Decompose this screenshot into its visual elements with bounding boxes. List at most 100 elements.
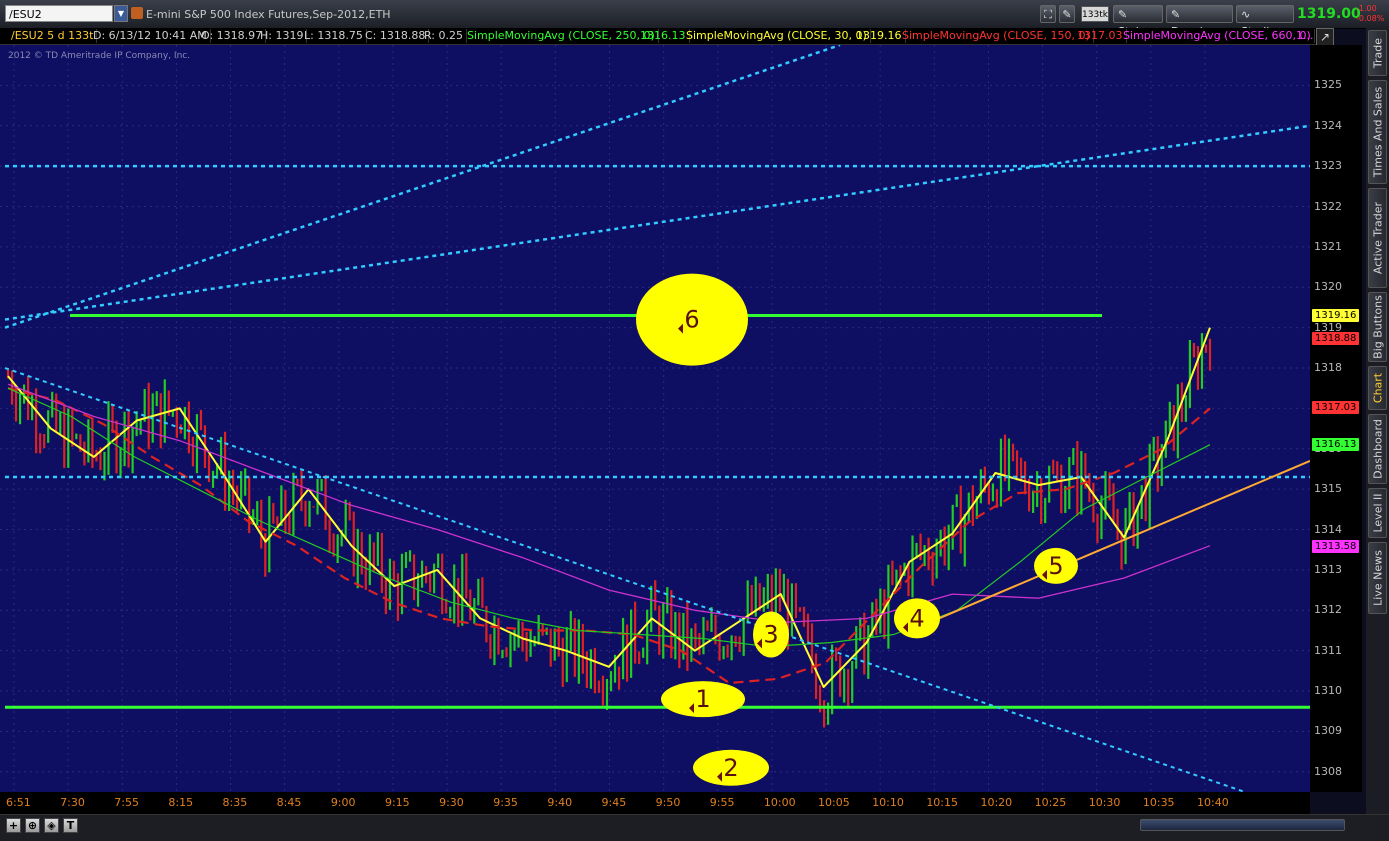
- price-badge: 1317.03: [1312, 401, 1360, 415]
- annotation-1: 1: [661, 681, 745, 718]
- tab-level-ii[interactable]: Level II: [1368, 488, 1387, 538]
- text-tool-icon[interactable]: T: [63, 818, 78, 833]
- style-icon: ✎: [1118, 8, 1128, 21]
- price-badge: 1318.88: [1312, 332, 1360, 346]
- price-badge: 1313.58: [1312, 540, 1360, 554]
- bottom-toolbar: + ⊕ ◈ T: [0, 814, 1389, 841]
- symbol-input[interactable]: /ESU2: [5, 5, 113, 22]
- tab-label: Times And Sales: [1371, 86, 1384, 178]
- time-tick-label: 9:55: [709, 796, 735, 809]
- price-tick-label: 1313: [1314, 562, 1342, 576]
- time-tick-label: 9:50: [655, 796, 681, 809]
- sma250-label[interactable]: SimpleMovingAvg (CLOSE, 250, 0): [464, 29, 659, 43]
- bar-range: R: 0.25: [421, 29, 467, 43]
- price-tick-label: 1312: [1314, 603, 1342, 617]
- chart-canvas[interactable]: 1 2 3 4 5 6: [0, 45, 1310, 792]
- time-tick-label: 8:35: [222, 796, 248, 809]
- pan-icon[interactable]: ◈: [44, 818, 59, 833]
- annotation-4: 4: [894, 598, 940, 639]
- time-tick-label: 9:30: [439, 796, 464, 809]
- price-tick-label: 1324: [1314, 118, 1342, 132]
- price-chart[interactable]: 1 2 3 4 5 6: [0, 45, 1310, 792]
- sma30-label[interactable]: SimpleMovingAvg (CLOSE, 30, 0): [683, 29, 871, 43]
- tab-times-and-sales[interactable]: Times And Sales: [1368, 80, 1387, 184]
- annotation-number: 2: [723, 754, 738, 782]
- trendline-ascending[interactable]: [919, 459, 1310, 628]
- price-tick-label: 1325: [1314, 78, 1342, 92]
- instrument-description: E-mini S&P 500 Index Futures,Sep-2012,ET…: [146, 8, 391, 21]
- symbol-period: /ESU2 5 d 133t: [8, 29, 98, 43]
- copyright-text: 2012 © TD Ameritrade IP Company, Inc.: [8, 51, 191, 61]
- time-tick-label: 10:35: [1142, 796, 1175, 809]
- style-button[interactable]: ✎ Style: [1113, 5, 1163, 38]
- price-bars: [6, 333, 1212, 728]
- price-badge: 1316.13: [1312, 437, 1360, 451]
- tab-label: Active Trader: [1371, 201, 1384, 275]
- time-tick-label: 10:10: [872, 796, 904, 809]
- time-tick-label: 9:45: [601, 796, 627, 809]
- drawing-tool-icon[interactable]: ↗: [1316, 28, 1334, 46]
- sma150-label[interactable]: SimpleMovingAvg (CLOSE, 150, 0): [899, 29, 1094, 43]
- price-tick-label: 1321: [1314, 239, 1342, 253]
- symbol-settings-icon[interactable]: [131, 7, 143, 19]
- drawings-button[interactable]: ✎ Drawings: [1166, 5, 1233, 38]
- time-axis[interactable]: 6:51 7:30 7:55 8:15 8:35 8:45 9:00 9:15 9:30 9:35…: [0, 792, 1310, 814]
- annotation-number: 6: [684, 306, 699, 334]
- bar-open: O: 1318.97: [198, 29, 267, 43]
- tab-label: Live News: [1371, 550, 1384, 606]
- studies-button[interactable]: ∿ Studies: [1236, 5, 1294, 38]
- sma660-value: 1...: [1296, 29, 1314, 42]
- price-tick-label: 1323: [1314, 159, 1342, 173]
- tab-active-trader[interactable]: Active Trader: [1368, 188, 1387, 288]
- time-tick-label: 10:40: [1197, 796, 1229, 809]
- crosshair-icon[interactable]: +: [6, 818, 21, 833]
- price-tick-label: 1320: [1314, 280, 1342, 294]
- pencil-icon: ✎: [1171, 8, 1181, 21]
- time-tick-label: 9:40: [547, 796, 573, 809]
- tab-trade[interactable]: Trade: [1368, 30, 1387, 76]
- annotation-number: 1: [695, 685, 710, 713]
- tab-label: Big Buttons: [1371, 295, 1384, 359]
- sma660-label[interactable]: SimpleMovingAvg (CLOSE, 660, 0): [1120, 29, 1315, 43]
- price-axis[interactable]: 1325132413231322132113201319131813171316…: [1310, 45, 1362, 792]
- price-tick-label: 1310: [1314, 684, 1342, 698]
- time-tick-label: 10:15: [926, 796, 959, 809]
- tab-chart[interactable]: Chart: [1368, 366, 1387, 410]
- annotation-6: 6: [636, 273, 748, 366]
- wrench-icon[interactable]: ✎: [1059, 5, 1075, 23]
- bar-date: D: 6/13/12 10:41 AM: [90, 29, 211, 43]
- time-tick-label: 7:30: [60, 796, 85, 809]
- tab-dashboard[interactable]: Dashboard: [1368, 414, 1387, 484]
- percent-change: -0.08%: [1356, 14, 1385, 23]
- price-tick-label: 1308: [1314, 764, 1342, 778]
- tab-live-news[interactable]: Live News: [1368, 542, 1387, 614]
- time-tick-label: 10:00: [763, 796, 796, 809]
- last-price: 1319.00: [1297, 6, 1361, 22]
- zoom-icon[interactable]: ⊕: [25, 818, 40, 833]
- price-tick-label: 1309: [1314, 724, 1342, 738]
- tab-label: Dashboard: [1371, 419, 1384, 479]
- time-tick-label: 6:51: [6, 796, 31, 809]
- time-tick-label: 8:45: [276, 796, 302, 809]
- bar-low: L: 1318.75: [301, 29, 367, 43]
- studies-icon: ∿: [1241, 8, 1251, 21]
- symbol-dropdown-button[interactable]: ▼: [114, 5, 128, 22]
- price-tick-label: 1318: [1314, 361, 1342, 375]
- net-change: -1.00: [1356, 4, 1377, 13]
- price-tick-label: 1315: [1314, 482, 1342, 496]
- annotation-2: 2: [693, 749, 769, 786]
- sma150-value: 1317.03: [1074, 29, 1127, 43]
- link-icon[interactable]: ⛶: [1040, 5, 1056, 23]
- aggregation-selector[interactable]: 133tk: [1081, 6, 1109, 22]
- tab-label: Level II: [1371, 493, 1384, 533]
- price-tick-label: 1314: [1314, 522, 1342, 536]
- time-tick-label: 7:55: [114, 796, 139, 809]
- sma250-value: 1316.13: [637, 29, 690, 43]
- chart-info-bar: /ESU2 5 d 133t D: 6/13/12 10:41 AM O: 13…: [0, 28, 1316, 45]
- tab-big-buttons[interactable]: Big Buttons: [1368, 292, 1387, 362]
- time-tick-label: 10:25: [1034, 796, 1067, 809]
- top-toolbar: /ESU2 ▼ E-mini S&P 500 Index Futures,Sep…: [0, 0, 1389, 38]
- horizontal-scrollbar[interactable]: [1140, 819, 1345, 831]
- time-tick-label: 10:20: [980, 796, 1013, 809]
- annotation-3: 3: [753, 611, 789, 658]
